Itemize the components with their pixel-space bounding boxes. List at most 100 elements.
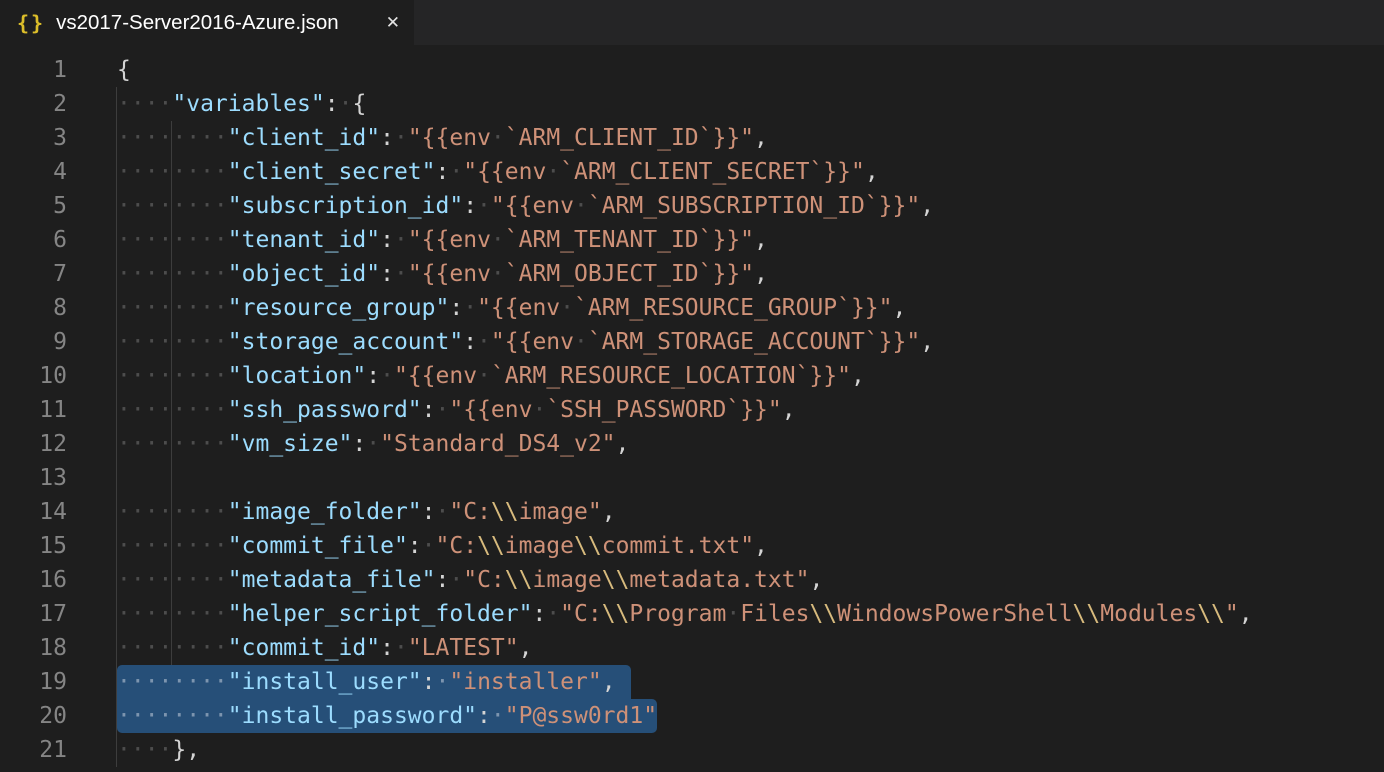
code-line[interactable]: 6 ········"tenant_id":·"{{env·`ARM_TENANT… (0, 223, 1384, 257)
line-number[interactable]: 11 (0, 393, 67, 427)
line-number[interactable]: 9 (0, 325, 67, 359)
code-line[interactable]: 19········"install_user":·"installer", (0, 665, 1384, 699)
close-icon[interactable]: ✕ (386, 13, 400, 33)
whitespace-dots: ········ (117, 193, 228, 219)
code-token: : (463, 329, 477, 355)
code-token: \\ (1197, 601, 1225, 627)
code-line[interactable]: 4 ········"client_secret":·"{{env·`ARM_CL… (0, 155, 1384, 189)
code-token: metadata.txt" (629, 567, 809, 593)
code-token: commit.txt" (602, 533, 754, 559)
code-line[interactable]: 9 ········"storage_account":·"{{env·`ARM_… (0, 325, 1384, 359)
code-token: "ssh_password" (228, 397, 422, 423)
line-number[interactable]: 2 (0, 87, 67, 121)
code-token: "image_folder" (228, 499, 422, 525)
code-line-content: ········"vm_size":·"Standard_DS4_v2", (117, 427, 629, 461)
code-token: "install_user" (228, 669, 422, 695)
code-line[interactable]: 7 ········"object_id":·"{{env·`ARM_OBJECT… (0, 257, 1384, 291)
whitespace-dots: ········ (117, 431, 228, 457)
line-number[interactable]: 17 (0, 597, 67, 631)
whitespace-dots: ········ (117, 635, 228, 661)
code-line-content: ········"storage_account":·"{{env·`ARM_S… (117, 325, 934, 359)
code-token: Modules (1100, 601, 1197, 627)
code-token: , (754, 533, 768, 559)
code-line[interactable]: 3········"client_id":·"{{env·`ARM_CLIENT… (0, 121, 1384, 155)
code-token: : (436, 567, 450, 593)
code-line[interactable]: 1{ (0, 53, 1384, 87)
code-line[interactable]: 8 ········"resource_group":·"{{env·`ARM_R… (0, 291, 1384, 325)
code-token: image (505, 533, 574, 559)
code-line-content: ····"variables":·{ (117, 87, 366, 121)
code-token: , (782, 397, 796, 423)
line-number[interactable]: 18 (0, 631, 67, 665)
code-line[interactable]: 16········"metadata_file":·"C:\\image\\m… (0, 563, 1384, 597)
code-line-content: ········"tenant_id":·"{{env·`ARM_TENANT_… (117, 223, 768, 257)
line-number[interactable]: 20 (0, 699, 67, 733)
code-line[interactable]: 5········"subscription_id":·"{{env·`ARM_… (0, 189, 1384, 223)
code-token: \\ (477, 533, 505, 559)
code-line-content: ········"commit_id":·"LATEST", (117, 631, 532, 665)
whitespace-dots: · (339, 91, 353, 117)
line-number[interactable]: 5 (0, 189, 67, 223)
line-number[interactable]: 10 (0, 359, 67, 393)
whitespace-dots: ···· (117, 91, 172, 117)
line-number[interactable]: 6 (0, 223, 67, 257)
line-number[interactable]: 7 (0, 257, 67, 291)
code-token: , (851, 363, 865, 389)
code-token: Program (629, 601, 726, 627)
code-token: : (380, 227, 394, 253)
whitespace-dots: ········ (117, 533, 228, 559)
line-number[interactable]: 3 (0, 121, 67, 155)
code-line[interactable]: 12 ········"vm_size":·"Standard_DS4_v2", (0, 427, 1384, 461)
code-line[interactable]: 2 ····"variables":·{ (0, 87, 1384, 121)
json-braces-icon: {} (17, 11, 45, 35)
line-number[interactable]: 21 (0, 733, 67, 767)
code-token: "Standard_DS4_v2" (380, 431, 615, 457)
code-token: "install_password" (228, 703, 477, 729)
code-token: `ARM_CLIENT_ID`}}" (505, 125, 754, 151)
code-token: , (754, 125, 768, 151)
line-number[interactable]: 19 (0, 665, 67, 699)
code-line[interactable]: 14········"image_folder":·"C:\\image", (0, 495, 1384, 529)
whitespace-dots: · (491, 261, 505, 287)
code-token: , (920, 329, 934, 355)
code-line-content: ········"commit_file":·"C:\\image\\commi… (117, 529, 768, 563)
code-lines: 1{2····"variables":·{3········"client_id… (0, 45, 1384, 767)
code-token: : (380, 125, 394, 151)
code-token: { (352, 91, 366, 117)
code-token: : (463, 193, 477, 219)
code-token: "{{env (408, 125, 491, 151)
code-token: " (1225, 601, 1239, 627)
whitespace-dots: ········ (117, 261, 228, 287)
code-line[interactable]: 11 ········"ssh_password":·"{{env·`SSH_PA… (0, 393, 1384, 427)
code-line[interactable]: 10········"location":·"{{env·`ARM_RESOUR… (0, 359, 1384, 393)
line-number[interactable]: 4 (0, 155, 67, 189)
whitespace-dots: ········ (117, 125, 228, 151)
code-line-content: ····}, (117, 733, 200, 767)
code-token: "commit_id" (228, 635, 380, 661)
code-line[interactable]: 13 (0, 461, 1384, 495)
code-editor[interactable]: 1{2····"variables":·{3········"client_id… (0, 45, 1384, 772)
line-number[interactable]: 1 (0, 53, 67, 87)
line-number[interactable]: 13 (0, 461, 67, 495)
whitespace-dots: ········ (117, 703, 228, 729)
code-token: "LATEST" (408, 635, 519, 661)
line-number[interactable]: 15 (0, 529, 67, 563)
line-number[interactable]: 16 (0, 563, 67, 597)
code-line-content: ········"ssh_password":·"{{env·`SSH_PASS… (117, 393, 796, 427)
code-line-content: ········"client_secret":·"{{env·`ARM_CLI… (117, 155, 879, 189)
code-line[interactable]: 18 ········"commit_id":·"LATEST", (0, 631, 1384, 665)
tab-active-file[interactable]: {} vs2017-Server2016-Azure.json ✕ (0, 0, 414, 45)
code-line[interactable]: 17········"helper_script_folder":·"C:\\P… (0, 597, 1384, 631)
whitespace-dots: · (546, 159, 560, 185)
code-line[interactable]: 20········"install_password":·"P@ssw0rd1… (0, 699, 1384, 733)
code-token: "{{env (463, 159, 546, 185)
code-line-content: ········"resource_group":·"{{env·`ARM_RE… (117, 291, 906, 325)
code-line[interactable]: 15 ········"commit_file":·"C:\\image\\com… (0, 529, 1384, 563)
code-token: : (532, 601, 546, 627)
code-line-content: ········"object_id":·"{{env·`ARM_OBJECT_… (117, 257, 768, 291)
line-number[interactable]: 14 (0, 495, 67, 529)
line-number[interactable]: 12 (0, 427, 67, 461)
code-token: , (865, 159, 879, 185)
code-line[interactable]: 21 ····}, (0, 733, 1384, 767)
line-number[interactable]: 8 (0, 291, 67, 325)
